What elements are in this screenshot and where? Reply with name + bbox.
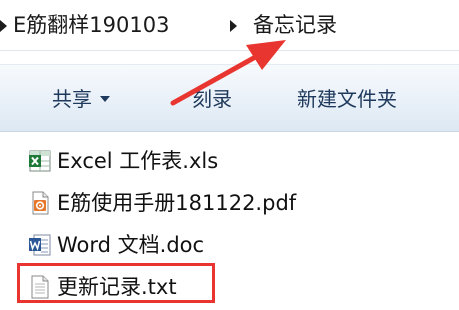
breadcrumb-separator-arrow-icon[interactable] <box>230 20 237 32</box>
list-item[interactable]: Word 文档.doc <box>28 227 204 263</box>
chevron-down-icon <box>100 95 110 102</box>
highlight-annotation-box <box>17 263 215 303</box>
file-name: Word 文档.doc <box>57 233 205 257</box>
share-button-label: 共享 <box>52 87 92 111</box>
breadcrumb: E筋翻样190103 备忘记录 <box>0 0 459 51</box>
command-toolbar: 共享 刻录 新建文件夹 <box>0 64 459 132</box>
burn-button[interactable]: 刻录 <box>192 84 232 114</box>
breadcrumb-separator-arrow-icon[interactable] <box>0 20 7 32</box>
new-folder-button-label: 新建文件夹 <box>297 87 397 111</box>
file-name: Excel 工作表.xls <box>57 149 219 173</box>
file-list: Excel 工作表.xls E筋使用手册181122.pdf Word 文档.d… <box>0 130 459 310</box>
breadcrumb-item-current-folder[interactable]: 备忘记录 <box>253 10 337 40</box>
list-item[interactable]: E筋使用手册181122.pdf <box>28 185 296 221</box>
file-name: E筋使用手册181122.pdf <box>57 191 297 215</box>
list-item[interactable]: Excel 工作表.xls <box>28 143 218 179</box>
burn-button-label: 刻录 <box>192 87 232 111</box>
explorer-window: E筋翻样190103 备忘记录 共享 刻录 新建文件夹 Excel 工作表.xl… <box>0 0 459 310</box>
pdf-file-icon <box>32 191 49 215</box>
breadcrumb-item-parent-folder[interactable]: E筋翻样190103 <box>13 10 169 40</box>
share-button[interactable]: 共享 <box>52 84 110 114</box>
new-folder-button[interactable]: 新建文件夹 <box>297 84 397 114</box>
word-file-icon <box>29 234 51 256</box>
excel-file-icon <box>29 150 51 172</box>
